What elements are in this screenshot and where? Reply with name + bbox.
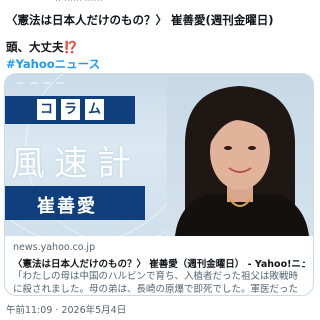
post-timestamp[interactable]: 午前11:09 · 2026年5月4日 bbox=[6, 302, 126, 316]
column-char: コ bbox=[37, 99, 56, 120]
post-title: 〈憲法は日本人だけのもの？〉 崔善愛(週刊金曜日) bbox=[6, 13, 274, 27]
article-image[interactable]: ─ ─ ─ ─ コ ラ ム 風速計 崔善愛 bbox=[5, 74, 313, 236]
author-portrait-photo bbox=[167, 74, 313, 236]
card-description: 「わたしの母は中国のハルビンで育ち、入植者だった祖父は敗戦時に殺されました。母の… bbox=[13, 271, 299, 295]
image-top-fragment: ─ ─ ─ ─ bbox=[17, 76, 65, 90]
card-meta[interactable]: news.yahoo.co.jp 〈憲法は日本人だけのもの？〉 崔善愛（週刊金曜… bbox=[5, 236, 313, 295]
column-series-title: 風速計 bbox=[11, 144, 140, 184]
card-title: 〈憲法は日本人だけのもの？〉 崔善愛（週刊金曜日） - Yahoo!ニュース bbox=[13, 259, 305, 270]
exclamation-question-icon: ⁉️ bbox=[63, 40, 78, 54]
card-domain: news.yahoo.co.jp bbox=[13, 242, 96, 253]
link-preview-card[interactable]: ─ ─ ─ ─ コ ラ ム 風速計 崔善愛 news.yahoo.co.jp 〈… bbox=[4, 73, 314, 296]
column-char: ラ bbox=[61, 99, 80, 120]
scrolled-previous-content: ‥ ‥‥‥ ‥‥‥ bbox=[0, 0, 320, 8]
author-name: 崔善愛 bbox=[37, 196, 97, 217]
post-text-line: 頭、大丈夫⁉️ bbox=[6, 39, 78, 55]
post-text: 頭、大丈夫 bbox=[6, 40, 64, 54]
column-char: ム bbox=[85, 99, 104, 120]
hashtag-link[interactable]: #Yahooニュース bbox=[6, 56, 100, 72]
